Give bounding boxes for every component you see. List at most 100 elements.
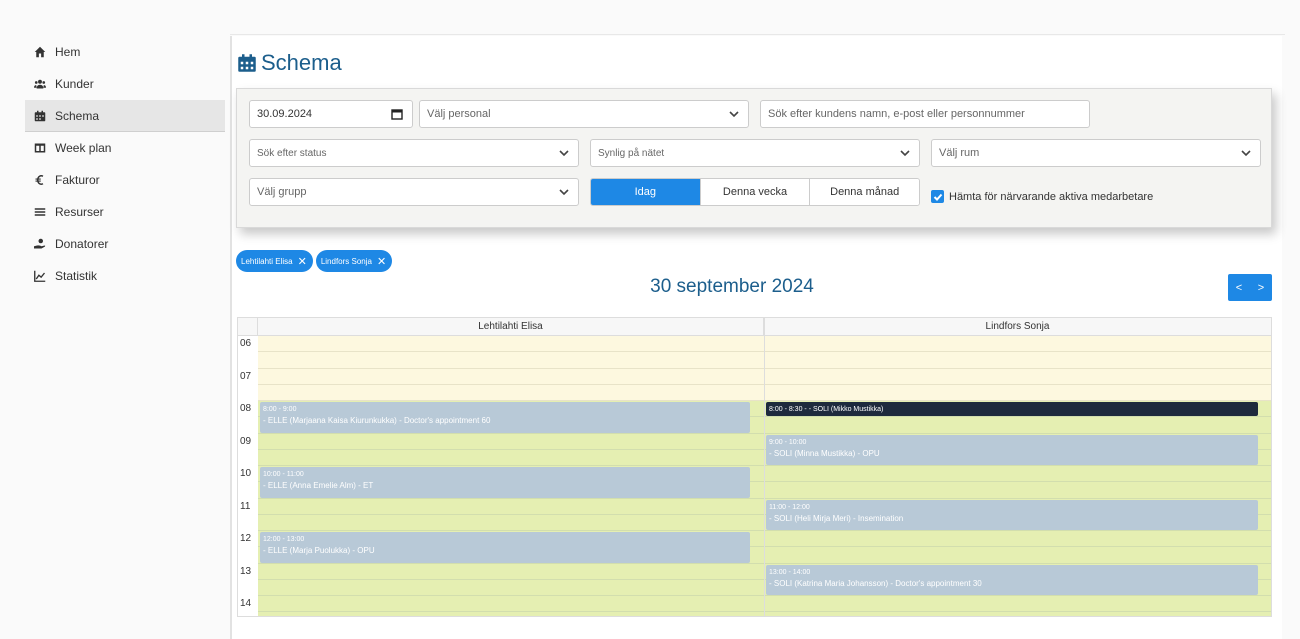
appointment-event[interactable]: 9:00 - 10:00 - SOLI (Minna Mustikka) - OP… xyxy=(766,434,1258,465)
close-icon[interactable]: ✕ xyxy=(298,255,307,268)
appointment-event[interactable]: 10:00 - 11:00 - ELLE (Anna Emelie Alm) - … xyxy=(260,467,750,498)
calendar-date-title: 30 september 2024 xyxy=(650,276,814,297)
time-slot[interactable] xyxy=(258,579,764,596)
range-month-button[interactable]: Denna månad xyxy=(810,179,919,205)
time-slot[interactable] xyxy=(764,596,1271,613)
time-slot[interactable] xyxy=(258,449,764,466)
time-slot[interactable] xyxy=(764,531,1271,548)
sidebar-item-label: Kunder xyxy=(55,77,94,91)
hour-label: 10 xyxy=(240,468,252,479)
group-select-placeholder: Välj grupp xyxy=(257,186,307,198)
calendar-icon xyxy=(34,110,50,122)
date-range-toggle: Idag Denna vecka Denna månad xyxy=(590,178,920,206)
sidebar-item-label: Week plan xyxy=(55,141,112,155)
time-slot[interactable] xyxy=(764,417,1271,434)
event-time: 13:00 - 14:00 xyxy=(769,568,811,576)
sidebar-item-label: Fakturor xyxy=(55,173,100,187)
prev-day-button[interactable]: < xyxy=(1228,274,1250,301)
hour-label: 13 xyxy=(240,565,252,577)
time-slot[interactable] xyxy=(258,563,764,580)
time-slot[interactable] xyxy=(258,612,764,616)
active-staff-checkbox[interactable]: Hämta för närvarande aktiva medarbetare xyxy=(931,190,1153,203)
time-slot[interactable] xyxy=(258,384,764,401)
appointment-event[interactable]: 8:00 - 9:00 - ELLE (Marjaana Kaisa Kiurun… xyxy=(260,402,750,433)
schedule-grid: Lehtilahti Elisa Lindfors Sonja 06 07 08 09… xyxy=(237,317,1272,617)
range-today-button[interactable]: Idag xyxy=(591,179,701,205)
date-input-value: 30.09.2024 xyxy=(257,108,313,120)
time-slot[interactable] xyxy=(258,514,764,531)
hour-label: 09 xyxy=(240,435,252,447)
selected-staff-chips: Lehtilahti Elisa ✕ Lindfors Sonja ✕ xyxy=(236,250,395,272)
room-select[interactable]: Välj rum xyxy=(931,139,1261,167)
time-slot[interactable] xyxy=(764,368,1271,385)
donate-icon xyxy=(34,238,50,250)
staff-chip-label: Lindfors Sonja xyxy=(320,256,372,266)
appointment-event[interactable]: 8:00 - 8:30 - - SOLI (Mikko Mustikka) xyxy=(766,402,1258,417)
sidebar-item-label: Schema xyxy=(55,108,100,123)
sidebar-item-kunder[interactable]: Kunder xyxy=(25,68,225,100)
time-slot[interactable] xyxy=(764,547,1271,564)
staff-chip[interactable]: Lehtilahti Elisa ✕ xyxy=(236,250,313,272)
range-week-button[interactable]: Denna vecka xyxy=(700,179,811,205)
time-slot[interactable] xyxy=(258,368,764,385)
time-slot[interactable] xyxy=(764,482,1271,499)
appointment-event[interactable]: 11:00 - 12:00 - SOLI (Heli Mirja Meri) - … xyxy=(766,499,1258,530)
staff-chip[interactable]: Lindfors Sonja ✕ xyxy=(315,250,393,272)
event-time: 8:00 - 8:30 - - SOLI (Mikko Mustikka) xyxy=(769,406,884,413)
date-input[interactable]: 30.09.2024 xyxy=(249,100,413,128)
sidebar-item-statistik[interactable]: Statistik xyxy=(25,260,225,292)
checkbox-checked-icon[interactable] xyxy=(931,190,944,203)
sidebar-item-label: Hem xyxy=(55,45,81,59)
visibility-select[interactable]: Synlig på nätet xyxy=(590,139,920,167)
sidebar-item-resurser[interactable]: Resurser xyxy=(25,196,225,228)
appointment-event[interactable]: 13:00 - 14:00 - SOLI (Katrina Maria Johan… xyxy=(766,564,1258,595)
event-description: - SOLI (Minna Mustikka) - OPU xyxy=(769,448,880,458)
sidebar-item-label: Resurser xyxy=(55,205,104,219)
sidebar-item-fakturor[interactable]: Fakturor xyxy=(25,164,225,196)
customer-search-input[interactable]: Sök efter kundens namn, e-post eller per… xyxy=(760,100,1090,128)
time-slot[interactable] xyxy=(258,433,764,450)
time-slot[interactable] xyxy=(764,336,1271,353)
home-icon xyxy=(34,46,50,58)
time-slot[interactable] xyxy=(258,336,764,353)
time-slot[interactable] xyxy=(764,384,1271,401)
staff-select[interactable]: Välj personal xyxy=(419,100,749,128)
sidebar-item-schema[interactable]: Schema xyxy=(25,100,225,132)
hour-label: 07 xyxy=(240,370,252,382)
time-slot[interactable] xyxy=(764,612,1271,616)
hour-label: 06 xyxy=(240,338,252,349)
event-time: 8:00 - 9:00 xyxy=(263,406,297,413)
time-slot[interactable] xyxy=(258,498,764,515)
app-root: Hem Kunder Schema Week plan Fakturor Res… xyxy=(0,0,1300,639)
next-day-button[interactable]: > xyxy=(1250,274,1272,301)
close-icon[interactable]: ✕ xyxy=(377,255,386,268)
sidebar-item-hem[interactable]: Hem xyxy=(25,36,225,68)
hour-label: 12 xyxy=(240,533,252,544)
event-time: 12:00 - 13:00 xyxy=(263,536,305,543)
page-title-text: Schema xyxy=(261,50,342,75)
sidebar-item-label: Donatorer xyxy=(55,237,109,251)
event-description: - SOLI (Katrina Maria Johansson) - Docto… xyxy=(769,578,982,588)
time-slot[interactable] xyxy=(258,352,764,369)
chart-icon xyxy=(34,270,50,282)
calendar-picker-icon[interactable] xyxy=(391,108,403,120)
bars-icon xyxy=(34,206,50,218)
event-description: - ELLE (Marjaana Kaisa Kiurunkukka) - Do… xyxy=(263,416,491,425)
status-select[interactable]: Sök efter status xyxy=(249,139,579,167)
appointment-event[interactable]: 12:00 - 13:00 - ELLE (Marja Puolukka) - O… xyxy=(260,532,750,563)
chevron-down-icon xyxy=(900,148,910,158)
sidebar-item-week-plan[interactable]: Week plan xyxy=(25,132,225,164)
column-header-staff: Lindfors Sonja xyxy=(764,318,1271,336)
customer-search-placeholder: Sök efter kundens namn, e-post eller per… xyxy=(768,108,1025,120)
time-slot[interactable] xyxy=(764,466,1271,483)
chevron-down-icon xyxy=(729,109,739,119)
filter-panel: 30.09.2024 Välj personal Sök efter kunde… xyxy=(236,88,1272,228)
staff-select-placeholder: Välj personal xyxy=(427,108,491,120)
time-slot[interactable] xyxy=(258,596,764,613)
group-select[interactable]: Välj grupp xyxy=(249,178,579,206)
sidebar-item-donatorer[interactable]: Donatorer xyxy=(25,228,225,260)
columns-icon xyxy=(34,142,50,154)
room-select-placeholder: Välj rum xyxy=(939,147,980,159)
visibility-select-placeholder: Synlig på nätet xyxy=(598,147,665,159)
time-slot[interactable] xyxy=(764,352,1271,369)
